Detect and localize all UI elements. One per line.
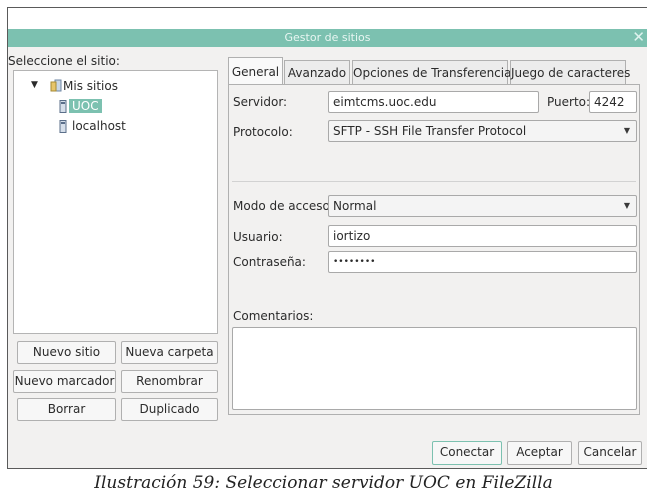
chevron-down-icon: ▼ [623,201,630,210]
window-title: Gestor de sitios [284,31,371,44]
comments-label: Comentarios: [233,309,314,323]
tree-item-uoc[interactable]: UOC [69,98,102,115]
access-mode-select[interactable]: Normal ▼ [328,195,637,217]
access-mode-value: Normal [333,199,377,213]
protocol-label: Protocolo: [233,125,293,139]
new-bookmark-button[interactable]: Nuevo marcador [13,370,116,393]
folder-sites-icon [50,79,62,92]
protocol-value: SFTP - SSH File Transfer Protocol [333,124,527,138]
user-input[interactable]: iortizo [328,225,637,247]
new-folder-button[interactable]: Nueva carpeta [121,341,218,364]
tree-item-localhost[interactable]: localhost [72,119,126,133]
password-label: Contraseña: [233,255,306,269]
server-label: Servidor: [233,95,288,109]
figure-caption: Ilustración 59: Seleccionar servidor UOC… [94,473,553,493]
chevron-down-icon: ▼ [623,126,630,135]
accept-button[interactable]: Aceptar [507,441,572,465]
divider [232,181,636,182]
server-uoc-icon [59,100,67,113]
duplicate-button[interactable]: Duplicado [121,398,218,421]
rename-button[interactable]: Renombrar [121,370,218,393]
tab-avanzado[interactable]: Avanzado [284,60,350,85]
delete-button[interactable]: Borrar [17,398,116,421]
comments-textarea[interactable] [232,327,637,410]
close-icon[interactable]: ✕ [632,28,645,46]
password-input[interactable]: •••••••• [328,251,637,273]
new-site-button[interactable]: Nuevo sitio [17,341,116,364]
tree-root-label[interactable]: Mis sitios [63,79,118,93]
access-mode-label: Modo de acceso: [233,199,334,213]
select-site-label: Seleccione el sitio: [8,54,120,68]
port-label: Puerto: [547,95,591,109]
user-label: Usuario: [233,230,283,244]
tab-charset[interactable]: Juego de caracteres [510,60,630,85]
tab-general[interactable]: General [228,57,283,84]
protocol-select[interactable]: SFTP - SSH File Transfer Protocol ▼ [328,120,637,142]
server-input[interactable]: eimtcms.uoc.edu [328,91,539,113]
expand-arrow-icon[interactable]: ▼ [31,80,38,90]
cancel-button[interactable]: Cancelar [578,441,642,465]
site-tree[interactable]: ▼ Mis sitios UOC localhost [13,70,218,334]
title-bar: Gestor de sitios ✕ [8,28,647,47]
server-localhost-icon [59,120,67,133]
port-input[interactable]: 4242 [589,91,637,113]
tab-transfer-options[interactable]: Opciones de Transferencia [352,60,511,85]
connect-button[interactable]: Conectar [432,441,502,465]
